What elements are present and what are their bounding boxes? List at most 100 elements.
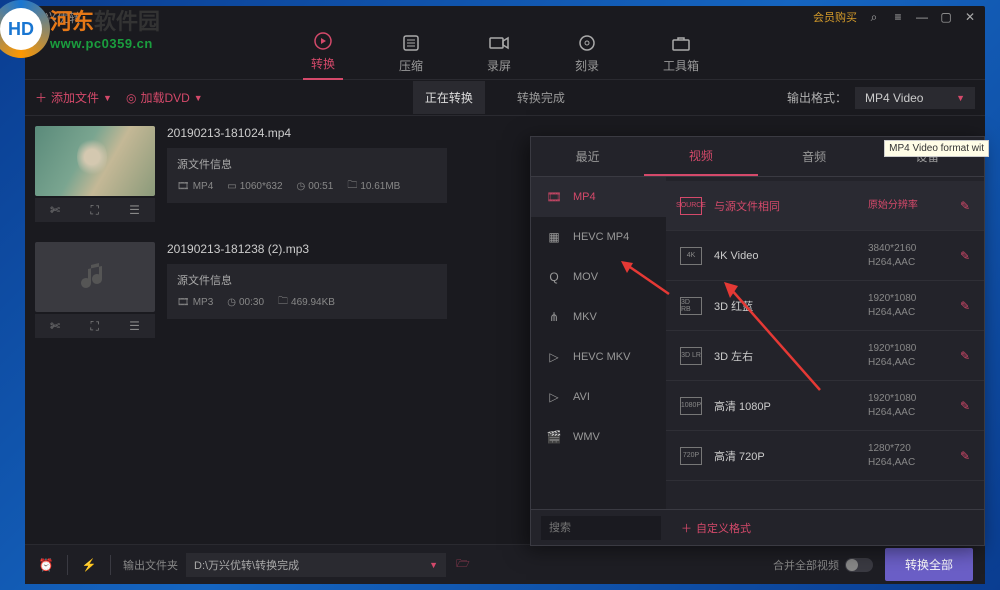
merge-label: 合并全部视频 [773,557,839,573]
format-option[interactable]: 1080P 高清 1080P 1920*1080H264,AAC ✎ [666,381,984,431]
file-info-box: 源文件信息 🎞 MP3 ◷ 00:30 🗀 469.94KB [167,264,447,319]
output-folder-label: 输出文件夹 [123,557,178,573]
cut-icon[interactable]: ✄ [50,203,60,217]
edit-icon[interactable]: ✎ [960,349,970,363]
chevron-down-icon: ▼ [429,560,438,570]
format-option[interactable]: SOURCE 与源文件相同 原始分辨率 ✎ [666,181,984,231]
nav-convert[interactable]: 转换 [303,27,343,80]
edit-icon[interactable]: ✎ [960,249,970,263]
record-icon [489,33,509,53]
plus-icon: ＋ [681,520,692,536]
format-search-input[interactable] [541,516,661,540]
format-icon: 1080P [680,397,702,415]
vip-link[interactable]: 会员购买 [813,9,857,25]
format-icon: SOURCE [680,197,702,215]
open-folder-icon[interactable]: 🗁 [454,556,472,574]
minimize-button[interactable]: — [915,10,929,24]
chevron-down-icon: ▼ [194,93,203,103]
cat-wmv[interactable]: 🎬WMV [531,417,666,457]
output-path-input[interactable]: D:\万兴优转\转换完成 ▼ [186,553,446,577]
film-icon: ▷ [545,350,563,364]
thumb-tools: ✄ ⛶ ☰ [35,198,155,222]
bottom-bar: ⏰ ⚡ 输出文件夹 D:\万兴优转\转换完成 ▼ 🗁 合并全部视频 转换全部 [25,544,985,584]
format-icon: 4K [680,247,702,265]
quicktime-icon: Q [545,270,563,284]
convert-all-button[interactable]: 转换全部 [885,548,973,581]
format-options-list: SOURCE 与源文件相同 原始分辨率 ✎ 4K 4K Video 3840*2… [666,177,984,509]
titlebar: 万兴优转 会员购买 ⌕ ≡ — ▢ ✕ [25,6,985,28]
alarm-icon[interactable]: ⏰ [37,556,55,574]
size-badge: 🗀 469.94KB [278,294,335,311]
tab-done[interactable]: 转换完成 [505,81,577,114]
nav-record[interactable]: 录屏 [479,29,519,78]
crop-icon[interactable]: ⛶ [90,203,98,218]
film-icon: ▦ [545,230,563,244]
maximize-button[interactable]: ▢ [939,10,953,24]
add-file-button[interactable]: ＋ 添加文件 ▼ [35,89,112,106]
nav-compress[interactable]: 压缩 [391,29,431,78]
crop-icon[interactable]: ⛶ [90,319,98,334]
load-dvd-button[interactable]: ◎ 加载DVD ▼ [126,89,203,106]
edit-icon[interactable]: ✎ [960,399,970,413]
app-name: 万兴优转 [33,9,81,26]
panel-tab-recent[interactable]: 最近 [531,137,644,176]
clapper-icon: 🎬 [545,430,563,444]
chevron-down-icon: ▼ [103,93,112,103]
convert-icon [313,31,333,51]
duration-badge: ◷ 00:51 [297,178,334,195]
output-format-select[interactable]: MP4 Video ▼ [855,87,975,109]
settings-icon[interactable]: ☰ [129,203,140,217]
speed-icon[interactable]: ⚡ [80,556,98,574]
file-thumbnail[interactable] [35,126,155,196]
tab-converting[interactable]: 正在转换 [413,81,485,114]
format-category-list: 🎞MP4 ▦HEVC MP4 QMOV ⋔MKV ▷HEVC MKV ▷AVI … [531,177,666,509]
panel-tab-audio[interactable]: 音频 [758,137,871,176]
output-format-label: 输出格式： [787,89,847,106]
toolbox-icon [671,33,691,53]
merge-toggle[interactable] [845,558,873,572]
duration-badge: ◷ 00:30 [227,294,264,311]
burn-icon [577,33,597,53]
size-badge: 🗀 10.61MB [347,178,400,195]
nav-burn[interactable]: 刻录 [567,29,607,78]
close-button[interactable]: ✕ [963,10,977,24]
edit-icon[interactable]: ✎ [960,199,970,213]
panel-footer: ＋自定义格式 [531,509,984,545]
menu-icon[interactable]: ≡ [891,10,905,24]
custom-format-button[interactable]: ＋自定义格式 [681,520,751,536]
format-option[interactable]: 4K 4K Video 3840*2160H264,AAC ✎ [666,231,984,281]
compress-icon [401,33,421,53]
cat-mp4[interactable]: 🎞MP4 [531,177,666,217]
cat-hevc-mkv[interactable]: ▷HEVC MKV [531,337,666,377]
edit-icon[interactable]: ✎ [960,449,970,463]
plus-icon: ＋ [35,89,47,106]
file-thumbnail[interactable] [35,242,155,312]
app-window: 万兴优转 会员购买 ⌕ ≡ — ▢ ✕ 转换 压缩 录屏 刻录 [25,6,985,584]
cat-mov[interactable]: QMOV [531,257,666,297]
format-option[interactable]: 720P 高清 720P 1280*720H264,AAC ✎ [666,431,984,481]
sub-toolbar: ＋ 添加文件 ▼ ◎ 加载DVD ▼ 正在转换 转换完成 输出格式： MP4 V… [25,80,985,116]
cat-hevc-mp4[interactable]: ▦HEVC MP4 [531,217,666,257]
chevron-down-icon: ▼ [956,93,965,103]
format-option[interactable]: 3D RB 3D 红蓝 1920*1080H264,AAC ✎ [666,281,984,331]
nav-toolbox[interactable]: 工具箱 [655,29,707,78]
format-option[interactable]: 3D LR 3D 左右 1920*1080H264,AAC ✎ [666,331,984,381]
format-icon: 720P [680,447,702,465]
format-icon: 3D LR [680,347,702,365]
edit-icon[interactable]: ✎ [960,299,970,313]
format-panel: 最近 视频 音频 设备 🎞MP4 ▦HEVC MP4 QMOV ⋔MKV ▷HE… [530,136,985,546]
search-icon[interactable]: ⌕ [867,10,881,24]
resolution-badge: ▭ 1060*632 [227,178,282,195]
top-nav: 转换 压缩 录屏 刻录 工具箱 [25,28,985,80]
settings-icon[interactable]: ☰ [129,319,140,333]
format-icon: 3D RB [680,297,702,315]
format-badge: 🎞 MP3 [177,294,213,311]
panel-tab-video[interactable]: 视频 [644,137,757,176]
music-note-icon [75,257,115,297]
cat-avi[interactable]: ▷AVI [531,377,666,417]
format-badge: 🎞 MP4 [177,178,213,195]
file-info-box: 源文件信息 🎞 MP4 ▭ 1060*632 ◷ 00:51 🗀 10.61MB [167,148,447,203]
film-icon: 🎞 [545,190,563,204]
cat-mkv[interactable]: ⋔MKV [531,297,666,337]
cut-icon[interactable]: ✄ [50,319,60,333]
